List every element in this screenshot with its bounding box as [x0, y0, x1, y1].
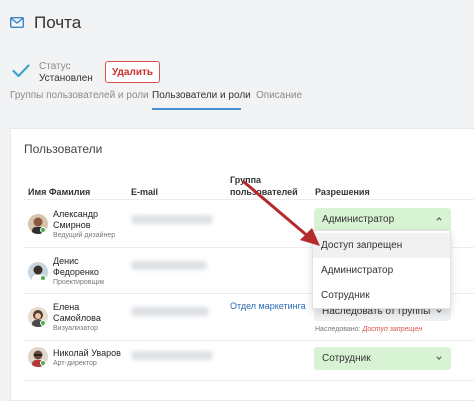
user-first-name: Александр — [53, 209, 99, 219]
online-status-dot — [40, 320, 46, 326]
dropdown-option-administrator[interactable]: Администратор — [313, 258, 450, 283]
table-divider — [24, 380, 474, 381]
user-full-name: Николай Уваров — [53, 348, 121, 358]
email-redacted — [131, 351, 213, 360]
tab-groups-and-roles[interactable]: Группы пользователей и роли — [10, 90, 149, 101]
tab-users-and-roles[interactable]: Пользователи и роли — [152, 90, 251, 101]
page-header: Почта Статус Установлен Удалить Группы п… — [0, 0, 474, 112]
inherited-value: Доступ запрещен — [362, 326, 423, 333]
mail-icon — [10, 17, 24, 28]
permission-value: Администратор — [322, 214, 395, 225]
page-title: Почта — [34, 13, 82, 32]
user-job-title: Ведущий дизайнер — [53, 232, 116, 239]
permission-dropdown-menu: Доступ запрещен Администратор Сотрудник — [312, 230, 451, 309]
checkmark-icon — [12, 64, 30, 78]
chevron-up-icon — [436, 216, 442, 221]
delete-button[interactable]: Удалить — [105, 61, 160, 83]
online-status-dot — [40, 227, 46, 233]
user-last-name: Самойлова — [53, 313, 101, 323]
user-last-name: Смирнов — [53, 220, 91, 230]
dropdown-option-access-denied[interactable]: Доступ запрещен — [313, 233, 450, 258]
online-status-dot — [40, 360, 46, 366]
email-redacted — [131, 261, 207, 270]
column-header-email: E-mail — [131, 187, 159, 197]
user-first-name: Денис — [53, 256, 79, 266]
panel-title: Пользователи — [24, 142, 103, 156]
chevron-down-icon — [436, 356, 442, 361]
group-link[interactable]: Отдел маркетинга — [230, 301, 306, 311]
inherited-label: Наследовано: — [315, 326, 361, 333]
email-redacted — [131, 307, 209, 316]
tab-description[interactable]: Описание — [256, 90, 302, 101]
inherited-permission-note: Наследовано: Доступ запрещен — [315, 326, 422, 333]
active-tab-indicator — [152, 108, 241, 110]
user-last-name: Федоренко — [53, 267, 99, 277]
online-status-dot — [40, 275, 46, 281]
status-value: Установлен — [39, 73, 93, 84]
user-first-name: Елена — [53, 302, 80, 312]
column-header-name: Имя Фамилия — [28, 187, 91, 197]
status-label: Статус — [39, 61, 71, 72]
permission-value: Сотрудник — [322, 353, 371, 364]
annotation-arrow-icon — [242, 180, 320, 246]
user-job-title: Проектировщик — [53, 279, 105, 286]
user-job-title: Арт-директор — [53, 360, 97, 367]
permission-select[interactable]: Сотрудник — [314, 347, 451, 370]
permission-select[interactable]: Администратор — [314, 208, 451, 231]
user-job-title: Визуализатор — [53, 325, 98, 332]
table-divider — [24, 340, 474, 341]
tab-bar: Группы пользователей и роли Пользователи… — [0, 88, 474, 110]
email-redacted — [131, 215, 213, 224]
dropdown-option-employee[interactable]: Сотрудник — [313, 283, 450, 308]
